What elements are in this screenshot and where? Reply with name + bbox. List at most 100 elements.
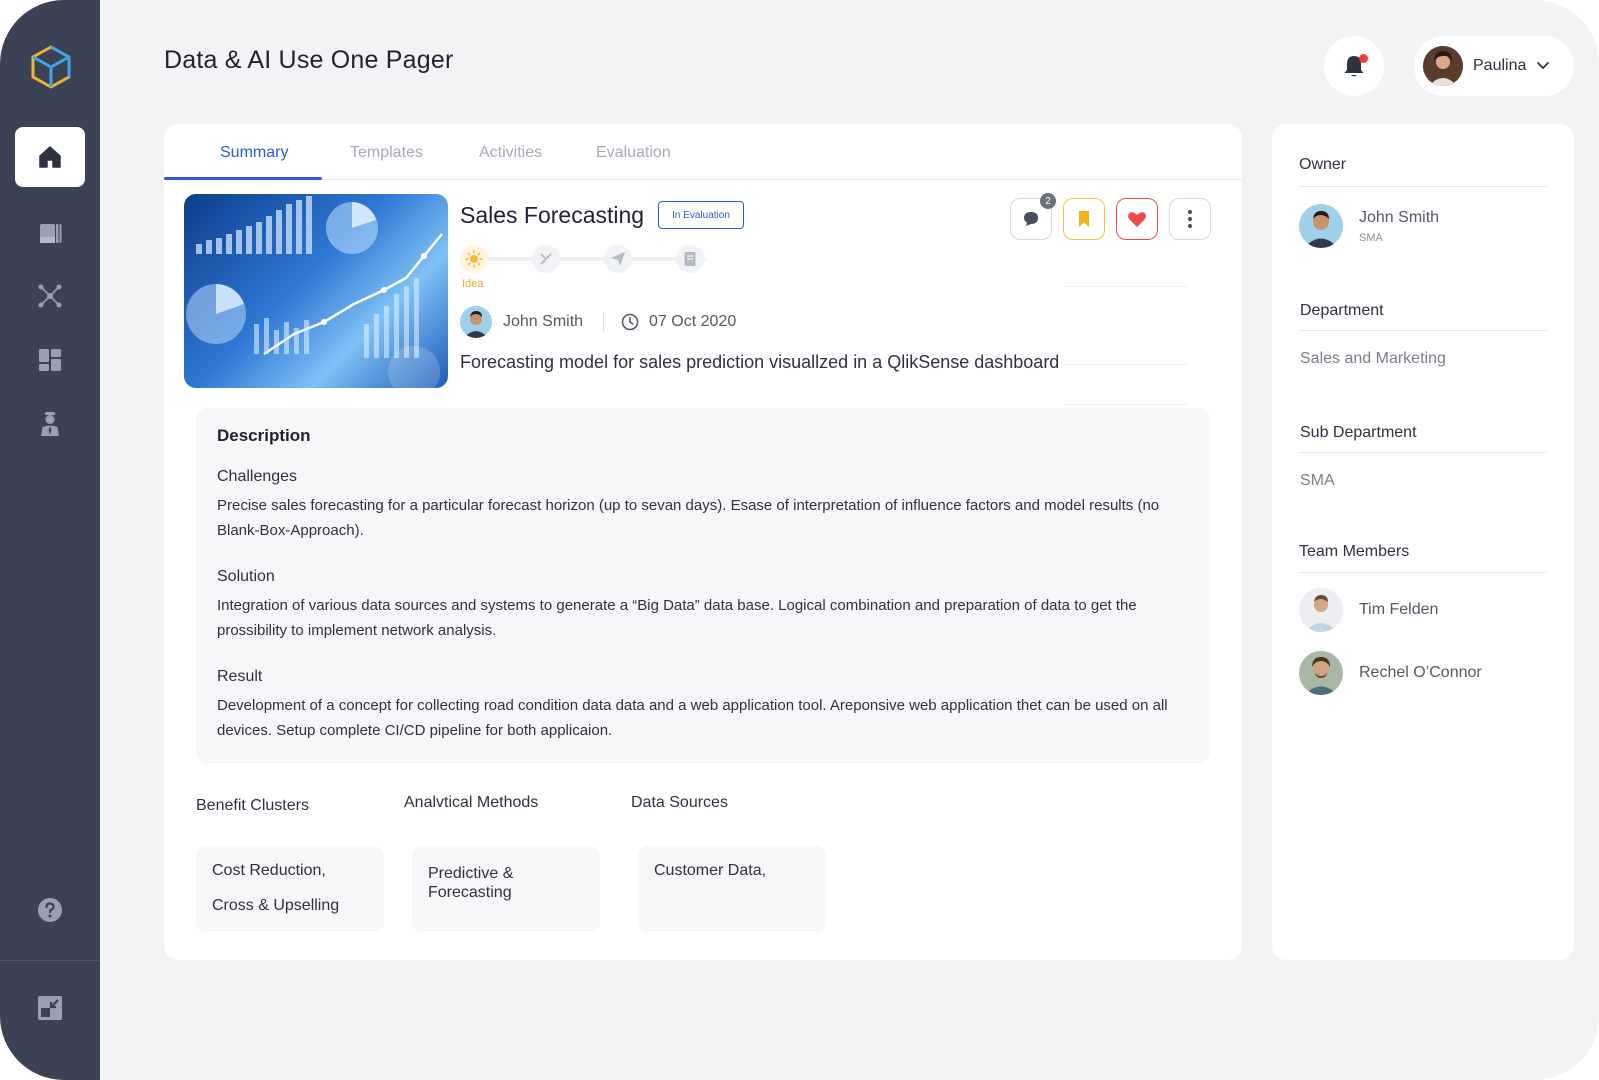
notifications-button[interactable] [1324,36,1384,96]
stage-line [476,257,706,261]
department-value: Sales and Marketing [1300,350,1446,367]
tab-templates[interactable]: Templates [350,144,423,162]
tag-value: Forecasting [428,884,512,901]
sidebar-item-network[interactable] [15,266,85,326]
analytical-methods-label: Analvtical Methods [404,794,539,811]
active-tab-indicator [164,177,322,180]
tab-evaluation[interactable]: Evaluation [596,144,671,162]
tab-activities[interactable]: Activities [479,144,542,162]
sidebar-divider [0,960,100,961]
owner-unit: SMA [1359,231,1383,244]
app-frame: Data & AI Use One Pager Paulina Summary … [0,0,1599,1080]
dashboard-icon [39,349,61,371]
data-sources-box: Customer Data, [638,846,826,932]
avatar [1299,651,1343,695]
document-icon [684,252,696,266]
comments-button[interactable]: 2 [1010,193,1056,240]
project-image [184,194,448,388]
sub-department-value: SMA [1300,472,1335,489]
stage-launch[interactable] [604,245,632,273]
stage-report[interactable] [676,245,704,273]
divider [1299,330,1547,331]
owner-row[interactable]: John Smith SMA [1299,204,1439,248]
favorite-button[interactable] [1116,198,1158,240]
author-avatar [460,306,492,338]
collapse-button[interactable] [15,978,85,1038]
dna-icon [540,253,552,265]
description-panel: Description Challenges Precise sales for… [196,408,1210,764]
divider [1299,572,1547,573]
description-heading: Description [217,426,311,445]
stage-develop[interactable] [532,245,560,273]
bookmark-icon [1079,211,1089,227]
documents-icon [40,224,62,243]
collapse-icon [38,996,62,1020]
bookmark-button[interactable] [1063,198,1105,240]
tab-summary[interactable]: Summary [220,144,288,162]
sub-department-label: Sub Department [1300,424,1417,441]
heart-icon [1128,212,1146,227]
details-card: Owner John Smith SMA Department Sales an… [1272,124,1574,960]
team-member-row[interactable]: Tim Felden [1299,588,1438,632]
analytical-methods-box: Predictive & Forecasting [412,846,600,932]
department-label: Department [1300,302,1384,319]
clock-icon [621,313,639,331]
benefit-clusters-label: Benefit Clusters [196,797,309,814]
comment-count-badge: 2 [1040,193,1056,209]
divider [1064,286,1188,287]
divider [1299,452,1547,453]
help-icon [38,898,62,922]
solution-heading: Solution [217,568,275,585]
avatar [1299,588,1343,632]
author-name: John Smith [503,313,584,330]
team-members-label: Team Members [1299,543,1410,560]
avatar [1423,46,1463,86]
logo-cube-icon[interactable] [30,44,72,90]
data-sources-label: Data Sources [631,794,728,811]
tag-value: Cross & Upselling [212,897,340,914]
challenges-text: Precise sales forecasting for a particul… [217,497,1160,539]
sidebar-item-people[interactable] [15,394,85,454]
sidebar [0,0,100,1080]
divider [1064,404,1188,405]
created-date: 07 Oct 2020 [649,313,737,330]
sidebar-item-dashboard[interactable] [15,330,85,390]
stage-idea[interactable] [460,245,488,273]
sidebar-item-home[interactable] [15,127,85,187]
owner-name: John Smith [1359,208,1440,226]
comment-icon [1024,212,1038,226]
owner-label: Owner [1299,156,1347,173]
sidebar-item-documents[interactable] [15,203,85,263]
user-menu-button[interactable]: Paulina [1414,36,1574,96]
help-button[interactable] [15,880,85,940]
tag-value: Customer Data, [654,862,767,879]
main-card: Summary Templates Activities Evaluation [164,124,1242,960]
separator [603,312,605,332]
project-title: Sales Forecasting [460,202,645,228]
project-summary: Forecasting model for sales prediction v… [460,352,1060,372]
divider [1064,364,1188,365]
stage-label: Idea [462,278,484,290]
team-member-row[interactable]: Rechel O’Connor [1299,651,1482,695]
avatar [1299,204,1343,248]
solution-text: Integration of various data sources and … [217,597,1137,639]
home-icon [39,146,61,168]
sun-icon [465,250,483,268]
result-text: Development of a concept for collecting … [217,697,1168,739]
send-icon [611,252,625,266]
team-member-name: Rechel O’Connor [1359,664,1482,681]
stage-progress: Idea [460,242,720,292]
challenges-heading: Challenges [217,468,298,485]
user-tie-icon [41,412,59,436]
more-vertical-icon [1188,210,1192,228]
benefit-clusters-box: Cost Reduction, Cross & Upselling [196,846,384,932]
tag-value: Predictive & [428,865,514,882]
more-options-button[interactable] [1169,198,1211,240]
tab-bar: Summary Templates Activities Evaluation [164,124,1242,180]
result-heading: Result [217,668,263,685]
team-member-name: Tim Felden [1359,601,1439,618]
tag-value: Cost Reduction, [212,862,326,879]
network-icon [38,284,62,308]
author-row: John Smith 07 Oct 2020 [460,306,736,338]
page-title: Data & AI Use One Pager [164,46,454,74]
